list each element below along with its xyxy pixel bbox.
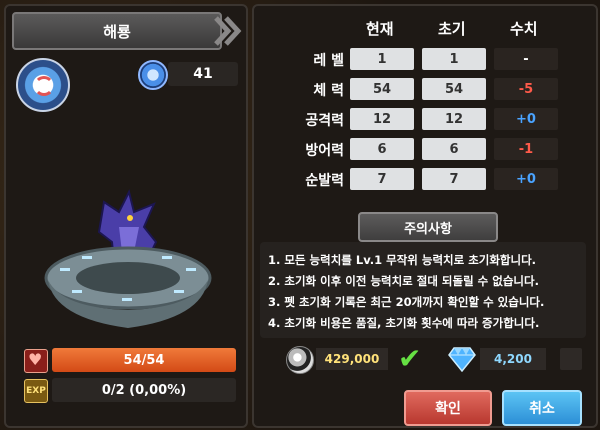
notice-line: 3. 펫 초기화 기록은 최근 20개까지 확인할 수 있습니다. [268,295,545,309]
pet-info-panel: 해룡 41 54/54 EXP 0/2 [4,4,248,428]
stat-current-cell: 12 [350,108,414,130]
exp-row: EXP 0/2 (0,00%) [24,378,236,403]
element-icon [16,58,70,112]
gold-coin-icon [286,346,314,374]
stat-initial-cell: 54 [422,78,486,100]
stat-label: 순발력 [305,173,344,189]
gem-checkbox[interactable] [560,348,582,370]
stat-diff-cell: - [494,48,558,70]
notice-line: 4. 초기화 비용은 품질, 초기화 횟수에 따라 증가합니다. [268,316,540,330]
stat-label: 방어력 [305,143,344,159]
header-diff: 수치 [510,20,538,38]
pet-level: 41 [168,62,238,86]
notice-line: 2. 초기화 이후 이전 능력치로 절대 되돌릴 수 없습니다. [268,274,539,288]
stat-diff-cell: -5 [494,78,558,100]
stat-initial-cell: 6 [422,138,486,160]
stat-diff-cell: +0 [494,108,558,130]
stat-current-cell: 54 [350,78,414,100]
stat-initial-cell: 7 [422,168,486,190]
level-orb-icon [138,60,168,90]
exp-icon: EXP [24,379,48,403]
hp-bar: 54/54 [52,348,236,372]
hp-row: 54/54 [24,348,236,373]
chevron-right-icon[interactable] [212,14,242,48]
pet-name: 해룡 [103,22,131,41]
notice-title: 주의사항 [358,212,498,242]
stat-label: 공격력 [305,113,344,129]
pet-name-bar: 해룡 [12,12,222,50]
cost-row: 429,000 ✔ 4,200 [260,342,590,375]
gem-cost: 4,200 [480,348,546,370]
heart-icon [24,349,48,373]
stat-current-cell: 1 [350,48,414,70]
stat-diff-cell: +0 [494,168,558,190]
stat-initial-cell: 12 [422,108,486,130]
stat-initial-cell: 1 [422,48,486,70]
check-icon[interactable]: ✔ [398,342,421,375]
header-initial: 초기 [438,20,466,38]
header-current: 현재 [366,20,394,38]
hp-text: 54/54 [123,352,165,368]
notice-box: 1. 모든 능력치를 Lv.1 무작위 능력치로 초기화합니다. 2. 초기화 … [260,242,586,338]
exp-bar: 0/2 (0,00%) [52,378,236,402]
stat-diff-cell: -1 [494,138,558,160]
pedestal-image [44,246,212,328]
confirm-button[interactable]: 확인 [404,390,492,426]
stat-current-cell: 6 [350,138,414,160]
stat-reset-panel: 현재 초기 수치 레 벨11-체 력 54 54 -5 공격력 12 12 +0 방어력 6 6 -1… [252,4,598,428]
stat-current-cell: 7 [350,168,414,190]
diamond-icon [448,347,476,372]
gold-cost: 429,000 [316,348,388,370]
notice-line: 1. 모든 능력치를 Lv.1 무작위 능력치로 초기화합니다. [268,253,537,267]
cancel-button[interactable]: 취소 [502,390,582,426]
stat-label: 레 벨 [313,53,344,69]
exp-text: 0/2 (0,00%) [101,382,187,398]
stat-label: 체 력 [313,83,344,99]
